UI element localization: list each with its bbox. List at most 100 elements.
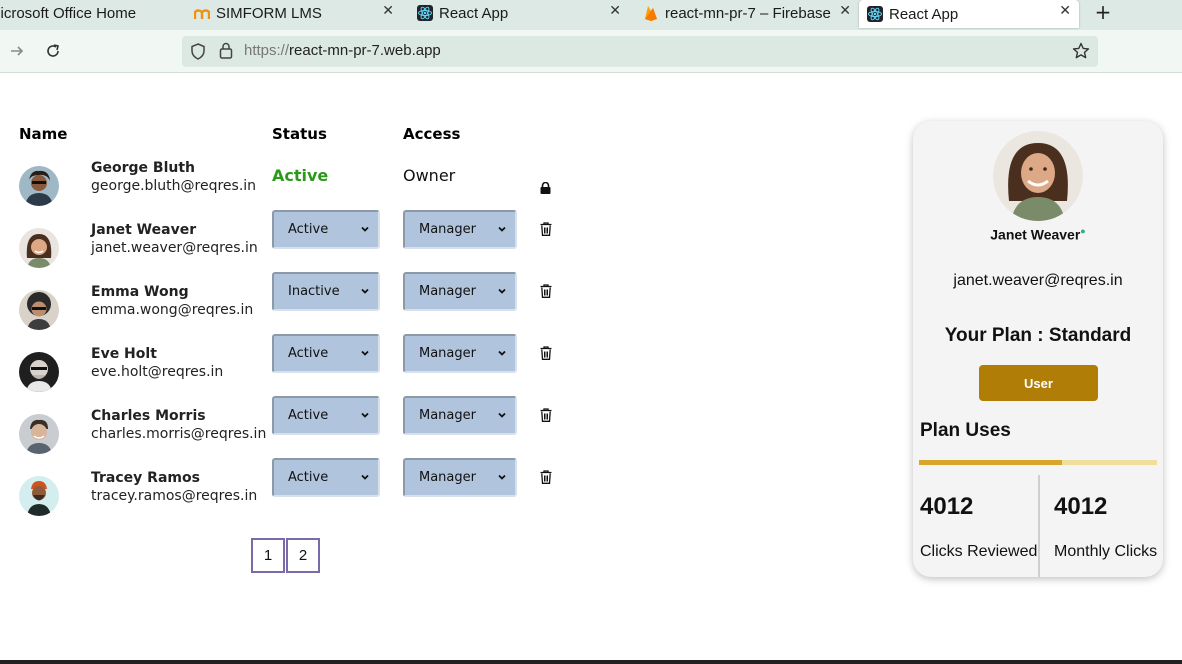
shield-icon[interactable] [190, 43, 206, 64]
table-row: Tracey Ramos tracey.ramos@reqres.in Acti… [0, 458, 600, 538]
page-button-2[interactable]: 2 [286, 538, 320, 573]
chevron-down-icon [360, 223, 370, 238]
tab-react-app-active[interactable]: React App ✕ [859, 0, 1079, 28]
forward-button[interactable] [6, 40, 28, 62]
profile-avatar [993, 131, 1083, 221]
tab-simform-lms[interactable]: SIMFORM LMS ✕ [194, 0, 402, 26]
close-tab-icon[interactable]: ✕ [1059, 3, 1071, 19]
user-name: Charles Morris [91, 408, 206, 424]
tab-firebase[interactable]: react-mn-pr-7 – Firebase c ✕ [643, 0, 853, 26]
plan-uses-title: Plan Uses [920, 420, 1011, 441]
status-text: Active [272, 166, 329, 185]
user-name: Emma Wong [91, 284, 189, 300]
status-select[interactable]: Inactive [272, 272, 380, 311]
status-select-value: Inactive [288, 284, 340, 299]
status-select[interactable]: Active [272, 396, 380, 435]
profile-email: janet.weaver@reqres.in [953, 272, 1123, 289]
access-select-value: Manager [419, 408, 476, 423]
user-name: Tracey Ramos [91, 470, 200, 486]
status-select-value: Active [288, 470, 329, 485]
address-bar[interactable]: https://react-mn-pr-7.web.app [182, 36, 1098, 67]
status-select[interactable]: Active [272, 210, 380, 249]
user-email: eve.holt@reqres.in [91, 364, 224, 380]
url-host: react-mn-pr-7.web.app [289, 42, 441, 59]
user-email: janet.weaver@reqres.in [91, 240, 258, 256]
plan-uses-progress-fill [919, 460, 1062, 465]
user-email: george.bluth@reqres.in [91, 178, 257, 194]
user-name: George Bluth [91, 160, 195, 176]
stat-value-monthly-clicks: 4012 [1054, 493, 1108, 520]
close-tab-icon[interactable]: ✕ [382, 3, 394, 19]
user-email: charles.morris@reqres.in [91, 426, 267, 442]
tab-microsoft-office[interactable]: Microsoft Office Home [0, 0, 168, 26]
chevron-down-icon [360, 285, 370, 300]
status-select[interactable]: Active [272, 458, 380, 497]
user-name: Janet Weaver [91, 222, 197, 238]
plan-label: Your Plan : Standard [944, 325, 1132, 346]
lock-icon [540, 179, 551, 198]
avatar [19, 476, 59, 516]
trash-icon[interactable] [540, 345, 552, 364]
access-select[interactable]: Manager [403, 396, 517, 435]
avatar [19, 166, 59, 206]
trash-icon[interactable] [540, 469, 552, 488]
profile-name: Janet Weaver● [913, 226, 1163, 243]
close-tab-icon[interactable]: ✕ [839, 3, 851, 19]
tab-title: Microsoft Office Home [0, 4, 137, 22]
chevron-down-icon [360, 471, 370, 486]
bookmark-star-icon[interactable] [1072, 42, 1090, 64]
chevron-down-icon [497, 471, 507, 486]
reload-icon [47, 44, 59, 57]
stats-divider [1038, 475, 1040, 577]
status-select-value: Active [288, 408, 329, 423]
avatar [19, 352, 59, 392]
lock-icon[interactable] [219, 42, 233, 63]
status-select[interactable]: Active [272, 334, 380, 373]
access-select-value: Manager [419, 284, 476, 299]
status-select-value: Active [288, 222, 329, 237]
access-select[interactable]: Manager [403, 272, 517, 311]
tab-title: React App [439, 4, 509, 22]
stat-value-clicks-reviewed: 4012 [920, 493, 974, 520]
new-tab-button[interactable]: + [1092, 0, 1114, 24]
tab-title: React App [889, 5, 959, 23]
close-tab-icon[interactable]: ✕ [609, 3, 621, 19]
browser-tab-strip: Microsoft Office Home SIMFORM LMS ✕ Reac… [0, 0, 1182, 30]
access-select[interactable]: Manager [403, 210, 517, 249]
status-select-value: Active [288, 346, 329, 361]
column-header-access: Access [403, 125, 461, 143]
tab-title: SIMFORM LMS [216, 4, 322, 22]
navigation-toolbar: https://react-mn-pr-7.web.app [0, 30, 1182, 73]
access-select-value: Manager [419, 346, 476, 361]
page-button-1[interactable]: 1 [251, 538, 285, 573]
moodle-icon [194, 5, 210, 21]
stat-label-clicks-reviewed: Clicks Reviewed [920, 543, 1038, 560]
reload-button[interactable] [42, 40, 64, 62]
access-select[interactable]: Manager [403, 334, 517, 373]
trash-icon[interactable] [540, 407, 552, 426]
stat-label-monthly-clicks: Monthly Clicks [1054, 543, 1158, 560]
access-text: Owner [403, 166, 456, 185]
user-name: Eve Holt [91, 346, 157, 362]
trash-icon[interactable] [540, 221, 552, 240]
trash-icon[interactable] [540, 283, 552, 302]
window-bottom-edge [0, 660, 1182, 664]
tab-react-app[interactable]: React App ✕ [417, 0, 629, 26]
chevron-down-icon [360, 409, 370, 424]
react-icon [417, 5, 433, 21]
chevron-down-icon [497, 409, 507, 424]
url-text[interactable]: https://react-mn-pr-7.web.app [244, 42, 441, 59]
access-select-value: Manager [419, 470, 476, 485]
chevron-down-icon [497, 223, 507, 238]
user-email: emma.wong@reqres.in [91, 302, 254, 318]
avatar [19, 290, 59, 330]
access-select[interactable]: Manager [403, 458, 517, 497]
profile-name-text: Janet Weaver [990, 226, 1081, 243]
user-email: tracey.ramos@reqres.in [91, 488, 258, 504]
arrow-right-icon [11, 46, 24, 56]
column-header-status: Status [272, 125, 327, 143]
access-select-value: Manager [419, 222, 476, 237]
tab-title: react-mn-pr-7 – Firebase c [665, 4, 833, 22]
role-button[interactable]: User [979, 365, 1098, 401]
chevron-down-icon [497, 285, 507, 300]
